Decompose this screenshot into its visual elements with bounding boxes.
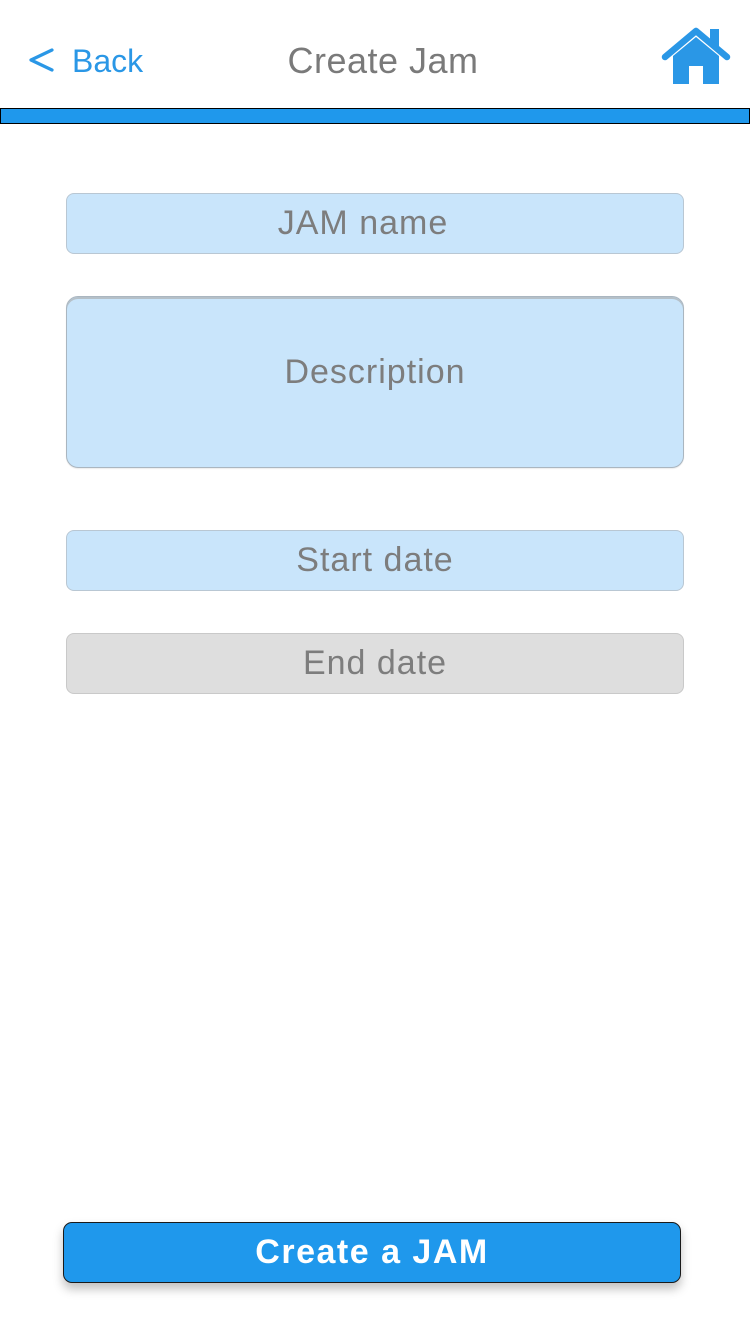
home-button[interactable]: [661, 26, 731, 88]
description-field[interactable]: Description: [66, 296, 684, 468]
jam-name-placeholder: JAM name: [277, 204, 449, 242]
header-accent-bar: [0, 108, 750, 124]
start-date-placeholder: Start date: [296, 541, 454, 579]
navigation-bar: Back Create Jam: [0, 0, 750, 108]
create-jam-label: Create a JAM: [255, 1233, 489, 1271]
create-jam-button[interactable]: Create a JAM: [63, 1222, 681, 1283]
end-date-field[interactable]: End date: [66, 633, 684, 694]
description-placeholder: Description: [284, 353, 466, 391]
end-date-placeholder: End date: [302, 644, 448, 682]
start-date-field[interactable]: Start date: [66, 530, 684, 591]
create-jam-screen: Back Create Jam JAM name Description Sta…: [0, 0, 750, 1334]
back-button[interactable]: Back: [28, 38, 143, 84]
chevron-left-icon: [28, 38, 54, 84]
jam-name-field[interactable]: JAM name: [66, 193, 684, 254]
page-title-text: Create Jam: [287, 40, 479, 81]
home-icon: [661, 27, 731, 84]
back-label: Back: [72, 42, 144, 79]
